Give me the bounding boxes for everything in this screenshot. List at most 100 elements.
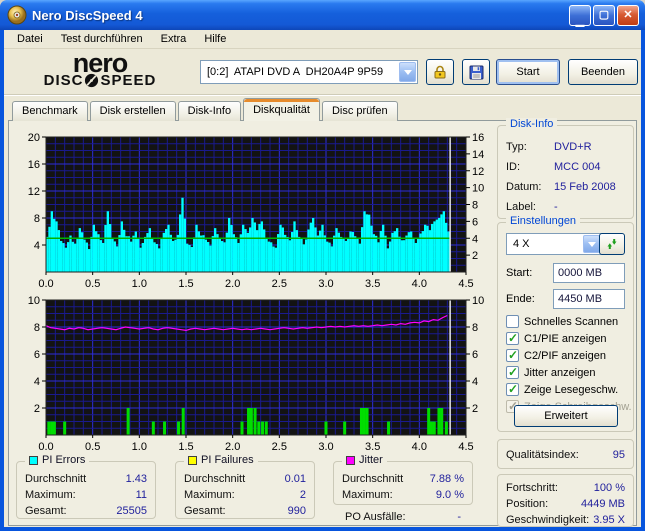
disk-date-value: 15 Feb 2008 — [554, 181, 616, 193]
po-failures-label: PO Ausfälle: — [345, 511, 406, 523]
svg-text:4.5: 4.5 — [458, 278, 473, 290]
jitter-title: Jitter — [359, 454, 383, 466]
tab-diskqualitaet[interactable]: Diskqualität — [243, 98, 320, 121]
quit-button[interactable]: Beenden — [568, 59, 638, 85]
svg-text:1.5: 1.5 — [178, 278, 193, 290]
speed-select[interactable]: 4 X — [506, 233, 602, 255]
svg-text:3.0: 3.0 — [318, 441, 333, 453]
checkbox-c1-pie[interactable]: C1/PIE anzeigen — [506, 331, 607, 345]
speed-value: 3.95 X — [593, 514, 625, 526]
checkbox-box[interactable] — [506, 315, 519, 328]
tab-disc-pruefen[interactable]: Disc prüfen — [321, 101, 398, 121]
checkbox-box[interactable] — [506, 331, 519, 345]
checkbox-c2-pif[interactable]: C2/PIF anzeigen — [506, 348, 606, 362]
chevron-down-icon[interactable] — [583, 235, 600, 253]
pi-failures-title: PI Failures — [201, 454, 254, 466]
stat-label: Durchschnitt — [342, 473, 404, 485]
quality-index-label: Qualitätsindex: — [506, 449, 579, 461]
menu-hilfe[interactable]: Hilfe — [195, 31, 235, 47]
stat-value: 7.88 % — [429, 473, 464, 485]
svg-text:4: 4 — [472, 376, 478, 388]
speed-select-value: 4 X — [513, 238, 530, 250]
svg-text:8: 8 — [472, 200, 478, 212]
maximize-icon[interactable]: ▢ — [593, 5, 615, 26]
disk-info-label: Typ: — [506, 141, 527, 153]
svg-text:1.5: 1.5 — [178, 441, 193, 453]
position-value: 4449 MB — [580, 498, 625, 510]
svg-text:4: 4 — [34, 240, 40, 252]
close-icon[interactable]: ✕ — [617, 5, 639, 26]
menu-datei[interactable]: Datei — [8, 31, 52, 47]
tab-benchmark[interactable]: Benchmark — [12, 101, 88, 121]
svg-text:4.5: 4.5 — [458, 441, 473, 453]
pi-failures-legend-swatch — [188, 455, 197, 465]
end-input[interactable] — [553, 289, 625, 309]
checkbox-box[interactable] — [506, 365, 519, 379]
svg-text:16: 16 — [28, 159, 40, 171]
checkbox-jitter[interactable]: Jitter anzeigen — [506, 365, 596, 379]
refresh-button[interactable] — [599, 233, 625, 255]
save-icon — [469, 65, 483, 79]
progress-label: Fortschritt: — [506, 482, 558, 494]
checkbox-label: C2/PIF anzeigen — [524, 349, 606, 362]
toolbar: nero DISC SPEED [0:2] ATAPI DVD A DH20A4… — [4, 49, 641, 95]
jitter-stats: Jitter Durchschnitt 7.88 % Maximum: 9.0 % — [333, 454, 473, 505]
save-button[interactable] — [462, 59, 490, 85]
disk-info-panel: Disk-Info Typ: DVD+R ID: MCC 004 Datum: 15 … — [497, 118, 634, 219]
checkbox-box[interactable] — [506, 382, 519, 396]
checkbox-box[interactable] — [506, 348, 519, 362]
disk-info-title: Disk-Info — [506, 118, 558, 130]
svg-text:20: 20 — [28, 132, 40, 144]
po-failures-value: - — [457, 511, 461, 523]
menu-bar: Datei Test durchführen Extra Hilfe — [4, 30, 641, 49]
stat-label: Maximum: — [342, 489, 393, 501]
pi-errors-chart: 20 16 12 8 4 16 14 12 10 8 6 4 2 0.0 0.5 1.0 1.5 2.0 2.5 3.… — [10, 124, 488, 290]
start-button[interactable]: Start — [496, 59, 560, 85]
svg-text:8: 8 — [472, 322, 478, 334]
svg-text:0.5: 0.5 — [85, 441, 100, 453]
svg-text:6: 6 — [472, 216, 478, 228]
stat-value: 990 — [287, 505, 306, 517]
svg-text:8: 8 — [34, 213, 40, 225]
disk-info-label: ID: — [506, 161, 521, 173]
client-area: Datei Test durchführen Extra Hilfe nero … — [4, 30, 641, 527]
menu-extra[interactable]: Extra — [152, 31, 196, 47]
svg-text:6: 6 — [472, 349, 478, 361]
tab-disk-erstellen[interactable]: Disk erstellen — [89, 101, 176, 121]
advanced-button[interactable]: Erweitert — [514, 405, 618, 427]
disc-glyph-icon — [85, 73, 99, 88]
nero-discspeed-logo: nero DISC SPEED — [14, 50, 186, 90]
drive-select[interactable]: [0:2] ATAPI DVD A DH20A4P 9P59 — [200, 60, 418, 84]
stat-label: Gesamt: — [184, 505, 226, 517]
quality-index-panel: Qualitätsindex: 95 — [497, 439, 634, 469]
pi-errors-title: PI Errors — [42, 454, 86, 466]
logo-text-speed: SPEED — [100, 72, 157, 89]
lock-button[interactable] — [426, 59, 454, 85]
svg-text:0.0: 0.0 — [38, 441, 53, 453]
svg-text:8: 8 — [34, 322, 40, 334]
checkbox-label: Schnelles Scannen — [524, 315, 619, 328]
menu-test-durchfuehren[interactable]: Test durchführen — [52, 31, 152, 47]
position-label: Position: — [506, 498, 549, 510]
stat-value: 25505 — [116, 505, 147, 517]
checkbox-schnelles-scannen[interactable]: Schnelles Scannen — [506, 315, 618, 328]
checkbox-lesegeschw[interactable]: Zeige Lesegeschw. — [506, 382, 618, 396]
quality-index-value: 95 — [612, 449, 625, 461]
svg-text:10: 10 — [472, 183, 484, 195]
settings-panel: Einstellungen 4 X Start: Ende: Schnelles… — [497, 215, 634, 432]
stat-value: 9.0 % — [435, 489, 464, 501]
minimize-icon[interactable]: ▁ — [569, 5, 591, 27]
svg-text:4.0: 4.0 — [412, 441, 427, 453]
disk-type-value: DVD+R — [554, 141, 592, 153]
svg-text:4: 4 — [34, 376, 40, 388]
start-input[interactable] — [553, 263, 625, 283]
chevron-down-icon[interactable] — [399, 62, 416, 82]
svg-text:4.0: 4.0 — [412, 278, 427, 290]
end-field-label: Ende: — [506, 293, 535, 305]
tab-disk-info[interactable]: Disk-Info — [177, 101, 242, 121]
speed-label: Geschwindigkeit: — [506, 514, 590, 526]
svg-text:1.0: 1.0 — [132, 278, 147, 290]
svg-text:12: 12 — [28, 186, 40, 198]
disc-icon — [7, 5, 27, 25]
svg-text:3.0: 3.0 — [318, 278, 333, 290]
